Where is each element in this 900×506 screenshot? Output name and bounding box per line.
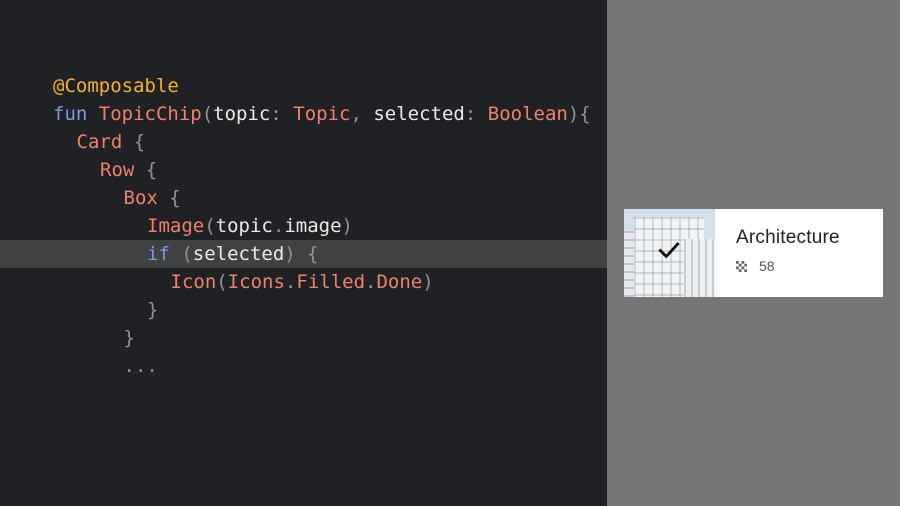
code-token: ... <box>123 355 158 377</box>
code-token: ) <box>422 271 434 293</box>
code-token: : <box>270 103 294 125</box>
code-token: Filled <box>296 271 366 293</box>
code-token: ( <box>169 243 193 265</box>
code-token: if <box>147 243 170 265</box>
code-line: ... <box>0 352 607 380</box>
code-token: } <box>123 327 135 349</box>
topic-meta: 58 <box>736 258 840 274</box>
code-editor: @Composable fun TopicChip(topic: Topic, s… <box>0 0 607 506</box>
code-token: ( <box>216 271 228 293</box>
code-token: selected <box>373 103 465 125</box>
code-token: Done <box>376 271 423 293</box>
preview-panel: Architecture 58 <box>607 0 900 506</box>
code-line: Image(topic.image) <box>0 212 607 240</box>
code-token: ){ <box>567 103 591 125</box>
code-token: topic <box>213 103 271 125</box>
code-token: { <box>134 159 158 181</box>
code-line: if (selected) { <box>0 240 607 268</box>
code-line: Box { <box>0 184 607 212</box>
code-token: topic <box>215 215 273 237</box>
code-token: Image <box>147 215 205 237</box>
topic-title: Architecture <box>736 227 840 248</box>
code-token: Topic <box>293 103 351 125</box>
code-token: { <box>157 187 181 209</box>
code-token: Boolean <box>487 103 568 125</box>
code-token: . <box>365 271 377 293</box>
code-token: . <box>272 215 285 237</box>
code-token: TopicChip <box>98 103 202 125</box>
chip-text: Architecture 58 <box>715 209 840 297</box>
code-token: fun <box>53 103 99 125</box>
code-token: @Composable <box>53 75 179 97</box>
code-token: ) <box>341 215 353 237</box>
code-token: , <box>350 103 374 125</box>
code-line: fun TopicChip(topic: Topic, selected: Bo… <box>0 100 607 128</box>
code-token: Box <box>123 187 158 209</box>
code-token: ( <box>204 215 216 237</box>
code-token: Row <box>100 159 135 181</box>
code-token: selected <box>192 243 285 265</box>
code-token: image <box>284 215 342 237</box>
code-line: } <box>0 296 607 324</box>
check-icon <box>658 242 680 259</box>
code-token: Icons <box>227 271 285 293</box>
code-token: Icon <box>170 271 217 293</box>
building-right <box>684 239 715 297</box>
topic-count: 58 <box>759 258 775 274</box>
code-line: Card { <box>0 128 607 156</box>
code-token: ( <box>201 103 214 125</box>
code-token: : <box>464 103 488 125</box>
code-token: . <box>284 271 297 293</box>
code-token: ) { <box>284 243 319 265</box>
code-line: } <box>0 324 607 352</box>
code-line: Row { <box>0 156 607 184</box>
code-token: Card <box>76 131 123 153</box>
code-line: @Composable <box>0 72 607 100</box>
code-token: } <box>147 299 159 321</box>
grid-icon <box>736 260 747 272</box>
code-line: Icon(Icons.Filled.Done) <box>0 268 607 296</box>
topic-chip[interactable]: Architecture 58 <box>624 209 883 297</box>
code-token: { <box>122 131 146 153</box>
topic-image <box>624 209 715 297</box>
